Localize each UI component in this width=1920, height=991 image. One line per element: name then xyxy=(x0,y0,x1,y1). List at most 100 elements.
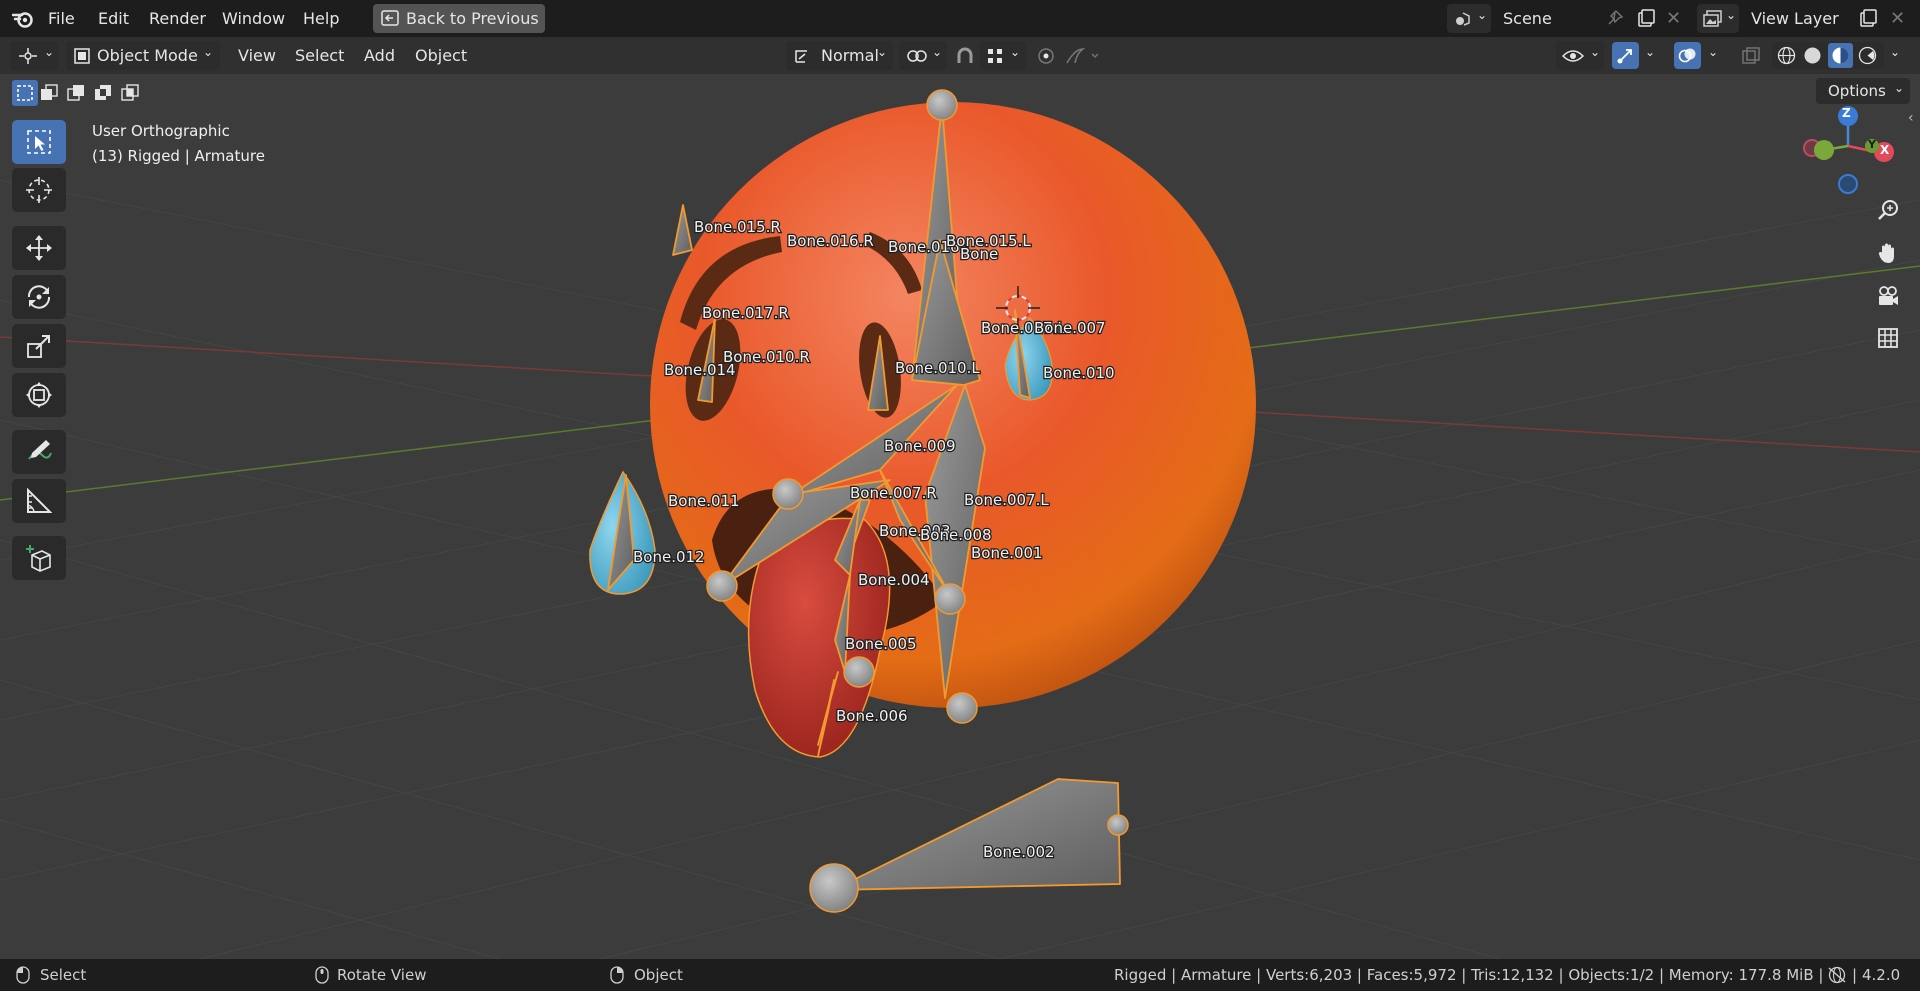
mouse-right-icon xyxy=(610,966,624,988)
menu-window[interactable]: Window xyxy=(218,0,289,37)
gizmo-icon xyxy=(1616,46,1635,69)
overlays-icon xyxy=(1678,46,1697,69)
bone-label: Bone.014 xyxy=(664,361,736,379)
editor-type-dropdown[interactable]: ⌄ xyxy=(10,41,58,70)
view-layer-type-dropdown[interactable]: ⌄ xyxy=(1697,4,1739,33)
zoom-icon[interactable] xyxy=(1870,192,1906,228)
bone-label: Bone.011 xyxy=(668,492,740,510)
visibility-dropdown[interactable]: ⌄ xyxy=(1556,41,1604,70)
snap-target-dropdown[interactable]: ⌄ xyxy=(980,41,1026,70)
status-bar: Select Rotate View Object Rigged | Armat… xyxy=(0,959,1920,991)
bone-label: Bone.012 xyxy=(633,548,705,566)
scale-tool[interactable] xyxy=(12,324,66,368)
shading-modes xyxy=(1772,42,1884,69)
transform-icon xyxy=(26,382,52,408)
select-box-tool[interactable] xyxy=(12,120,66,164)
rendered-shading-icon[interactable] xyxy=(1858,46,1877,69)
select-extend-icon[interactable] xyxy=(40,84,58,106)
perspective-grid-icon[interactable] xyxy=(1870,320,1906,356)
bone-label: Bone.015.L xyxy=(946,232,1031,250)
chevron-down-icon: ⌄ xyxy=(1010,45,1021,59)
menu-help[interactable]: Help xyxy=(299,0,343,37)
back-icon xyxy=(381,10,399,30)
status-select-hint: Select xyxy=(40,966,87,984)
menu-object[interactable]: Object xyxy=(411,37,471,74)
pan-hand-icon[interactable] xyxy=(1870,235,1906,271)
options-dropdown[interactable]: Options ⌄ xyxy=(1816,78,1910,104)
bone-label: Bone.010.L xyxy=(895,359,980,377)
annotate-icon xyxy=(28,440,52,460)
new-view-layer-icon[interactable] xyxy=(1858,8,1878,32)
blender-version: 4.2.0 xyxy=(1862,966,1901,984)
cursor-tool[interactable] xyxy=(12,168,66,212)
chevron-down-icon[interactable]: ⌄ xyxy=(1708,45,1718,59)
chevron-down-icon[interactable]: ⌄ xyxy=(1645,45,1655,59)
transform-orientation-dropdown[interactable]: Normal ⌄ xyxy=(786,41,893,70)
close-view-layer-icon[interactable]: ✕ xyxy=(1890,8,1905,29)
bone-shape-002 xyxy=(832,778,1121,891)
view-layer-field[interactable]: View Layer xyxy=(1739,4,1864,33)
viewport-header: ⌄ Object Mode ⌄ View Select Add Object N… xyxy=(0,37,1920,74)
close-scene-icon[interactable]: ✕ xyxy=(1666,8,1681,29)
select-subtract-icon[interactable] xyxy=(67,84,85,106)
gizmo-toggle-button[interactable] xyxy=(1612,42,1639,69)
mode-dropdown[interactable]: Object Mode ⌄ xyxy=(66,41,220,70)
snap-toggle-icon[interactable] xyxy=(955,47,975,69)
back-to-previous-label: Back to Previous xyxy=(406,9,539,28)
viewport-scene: Bone.015.RBone.016.R Bone.016.LBoneBone.0… xyxy=(0,89,1920,959)
mouse-middle-icon xyxy=(315,966,329,988)
new-scene-icon[interactable] xyxy=(1636,8,1656,32)
back-to-previous-button[interactable]: Back to Previous xyxy=(373,4,545,33)
collapse-sidebar-icon[interactable]: ‹ xyxy=(1908,110,1914,126)
material-shading-icon[interactable] xyxy=(1828,43,1853,68)
select-box-icon xyxy=(27,130,51,154)
orientation-label: Normal xyxy=(821,46,879,65)
wireframe-shading-icon[interactable] xyxy=(1777,46,1796,69)
chevron-down-icon: ⌄ xyxy=(203,45,214,59)
bone-label: Bone.016.R xyxy=(787,232,874,250)
measure-tool[interactable] xyxy=(12,479,66,523)
pivot-icon xyxy=(906,48,928,68)
rotate-icon xyxy=(27,285,51,309)
scene-type-dropdown[interactable]: ⌄ xyxy=(1447,4,1491,33)
options-label: Options xyxy=(1828,82,1886,100)
select-invert-icon[interactable] xyxy=(94,84,112,106)
chevron-down-icon: ⌄ xyxy=(877,45,888,59)
select-mode-buttons xyxy=(12,80,148,106)
menu-render[interactable]: Render xyxy=(145,0,210,37)
solid-shading-icon[interactable] xyxy=(1803,46,1822,69)
bone-label: Bone.010 xyxy=(1043,364,1115,382)
pivot-point-dropdown[interactable]: ⌄ xyxy=(899,41,947,70)
bone-label: Bone.004 xyxy=(858,571,930,589)
select-new-icon[interactable] xyxy=(12,80,38,106)
measure-icon xyxy=(27,487,53,513)
blender-logo-icon[interactable] xyxy=(11,9,34,29)
pin-icon[interactable] xyxy=(1606,9,1624,31)
camera-view-icon[interactable] xyxy=(1870,278,1906,314)
view-name: User Orthographic xyxy=(92,122,230,140)
transform-tool[interactable] xyxy=(12,373,66,417)
y-axis-label: Y xyxy=(1868,138,1876,151)
3d-viewport[interactable]: Bone.015.R Bone.016.R Bone.016.L Bone Bone.0… xyxy=(0,74,1920,959)
view-layer-icon xyxy=(1703,10,1723,32)
falloff-icon[interactable] xyxy=(1066,47,1100,69)
move-tool[interactable] xyxy=(12,226,66,270)
orientation-icon xyxy=(793,47,811,69)
annotate-tool[interactable] xyxy=(12,430,66,474)
scene-name-field[interactable]: Scene xyxy=(1491,4,1601,33)
select-intersect-icon[interactable] xyxy=(121,84,139,106)
shading-chevron-down-icon[interactable]: ⌄ xyxy=(1890,45,1900,59)
menu-file[interactable]: File xyxy=(44,0,79,37)
bone-label: Bone.007.L xyxy=(964,491,1049,509)
scene-statistics: Rigged | Armature | Verts:6,203 | Faces:… xyxy=(1114,966,1824,984)
xray-icon[interactable] xyxy=(1742,47,1760,69)
menu-edit[interactable]: Edit xyxy=(94,0,133,37)
bone-label: Bone.008 xyxy=(920,526,992,544)
menu-view[interactable]: View xyxy=(234,37,280,74)
menu-add[interactable]: Add xyxy=(360,37,399,74)
add-cube-tool[interactable] xyxy=(12,536,66,580)
proportional-editing-icon[interactable] xyxy=(1037,47,1055,69)
rotate-tool[interactable] xyxy=(12,275,66,319)
overlays-toggle-button[interactable] xyxy=(1674,42,1701,69)
menu-select[interactable]: Select xyxy=(291,37,348,74)
